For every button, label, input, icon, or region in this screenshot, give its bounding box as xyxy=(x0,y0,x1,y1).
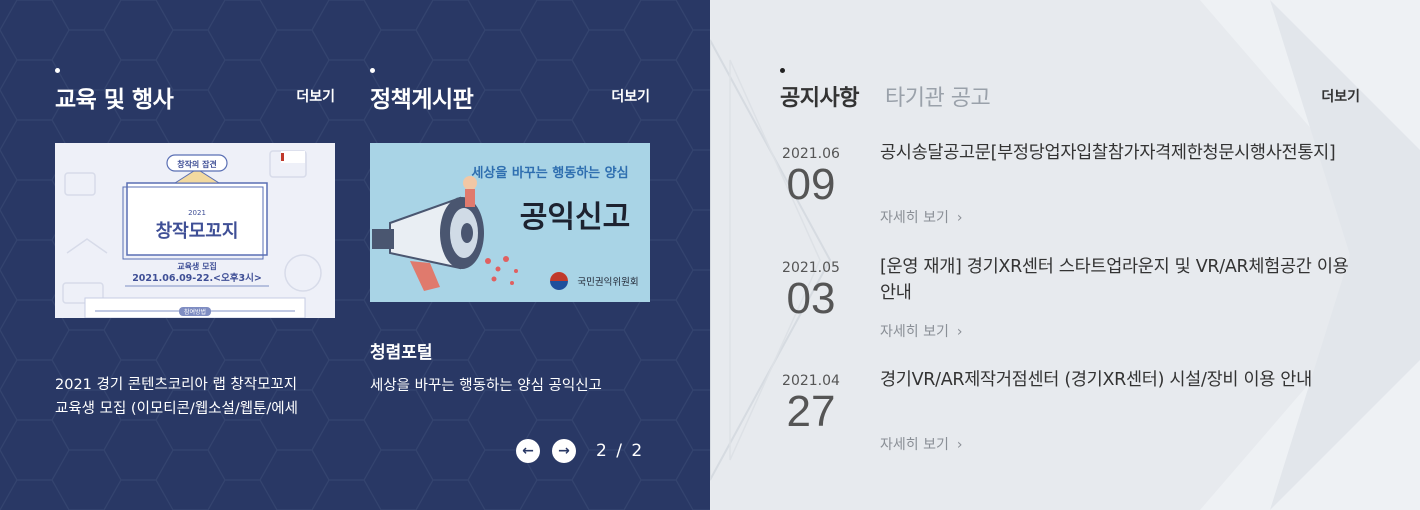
page-total: 2 xyxy=(631,441,645,461)
notice-detail-link[interactable]: 자세히 보기 › xyxy=(880,434,962,454)
policy-title: 정책게시판 xyxy=(370,87,474,113)
notice-item: 2021.04 27 경기VR/AR제작거점센터 (경기XR센터) 시설/장비 … xyxy=(780,370,1360,473)
policy-pager: ← → 2 / 2 xyxy=(516,439,644,463)
chevron-right-icon: › xyxy=(956,437,963,453)
policy-thumbnail[interactable]: 세상을 바꾸는 행동하는 양심 공익신고 국민권익위원회 xyxy=(370,143,650,302)
banner-org: 국민권익위원회 xyxy=(577,276,638,288)
poster-headline: 창작모꼬지 xyxy=(156,221,239,242)
notice-title[interactable]: 공시송달공고문[부정당업자입찰참가자격제한청문시행사전통지] xyxy=(880,140,1360,166)
page-sep: / xyxy=(616,441,624,461)
notice-title[interactable]: 경기VR/AR제작거점센터 (경기XR센터) 시설/장비 이용 안내 xyxy=(880,367,1360,393)
policy-banner-image: 세상을 바꾸는 행동하는 양심 공익신고 국민권익위원회 xyxy=(370,143,650,302)
notice-item: 2021.05 03 [운영 재개] 경기XR센터 스타트업라운지 및 VR/A… xyxy=(780,257,1360,360)
banner-headline: 공익신고 xyxy=(520,200,630,235)
education-poster-image: 창작의 잡견 2021 창작모꼬지 교육생 모집 2021.06.09-22.<… xyxy=(55,143,335,318)
page-current: 2 xyxy=(596,441,609,461)
notice-day: 27 xyxy=(786,387,836,436)
policy-item-title[interactable]: 청렴포털 xyxy=(370,338,433,363)
notice-detail-label: 자세히 보기 xyxy=(880,210,949,226)
notice-detail-link[interactable]: 자세히 보기 › xyxy=(880,207,962,227)
section-dot xyxy=(780,68,785,73)
poster-badge: 창작의 잡견 xyxy=(177,159,217,169)
section-dot xyxy=(370,68,375,73)
policy-more-link[interactable]: 더보기 xyxy=(611,86,650,106)
section-dot xyxy=(55,68,60,73)
notice-day: 09 xyxy=(786,160,836,209)
poster-date: 2021.06.09-22.<오후3시> xyxy=(132,272,262,284)
education-caption-line2: 교육생 모집 (이모티콘/웹소설/웹툰/에세 xyxy=(55,401,298,417)
education-more-link[interactable]: 더보기 xyxy=(296,86,335,106)
notice-detail-link[interactable]: 자세히 보기 › xyxy=(880,321,962,341)
page-indicator: 2 / 2 xyxy=(596,441,644,461)
education-title: 교육 및 행사 xyxy=(55,87,174,113)
policy-item-desc[interactable]: 세상을 바꾸는 행동하는 양심 공익신고 xyxy=(370,374,602,395)
poster-year: 2021 xyxy=(188,209,206,217)
poster-join: 참여방법 xyxy=(184,308,206,316)
notice-day: 03 xyxy=(786,274,836,323)
education-thumbnail[interactable]: 창작의 잡견 2021 창작모꼬지 교육생 모집 2021.06.09-22.<… xyxy=(55,143,335,318)
notice-more-link[interactable]: 더보기 xyxy=(1321,86,1360,106)
education-caption-line1: 2021 경기 콘텐츠코리아 랩 창작모꼬지 xyxy=(55,377,298,393)
notice-header: 공지사항 타기관 공고 더보기 xyxy=(780,68,1360,112)
tab-other-agency[interactable]: 타기관 공고 xyxy=(885,80,991,112)
banner-tagline: 세상을 바꾸는 행동하는 양심 xyxy=(471,165,628,181)
notice-item: 2021.06 09 공시송달공고문[부정당업자입찰참가자격제한청문시행사전통지… xyxy=(780,143,1360,246)
prev-arrow-button[interactable]: ← xyxy=(516,439,540,463)
education-caption[interactable]: 2021 경기 콘텐츠코리아 랩 창작모꼬지 교육생 모집 (이모티콘/웹소설/… xyxy=(55,373,345,421)
notice-title[interactable]: [운영 재개] 경기XR센터 스타트업라운지 및 VR/AR체험공간 이용 안내 xyxy=(880,254,1360,306)
next-arrow-button[interactable]: → xyxy=(552,439,576,463)
chevron-right-icon: › xyxy=(956,324,963,340)
notice-detail-label: 자세히 보기 xyxy=(880,324,949,340)
poster-sub: 교육생 모집 xyxy=(177,261,217,271)
notice-detail-label: 자세히 보기 xyxy=(880,437,949,453)
chevron-right-icon: › xyxy=(956,210,963,226)
tab-notice[interactable]: 공지사항 xyxy=(780,80,859,112)
